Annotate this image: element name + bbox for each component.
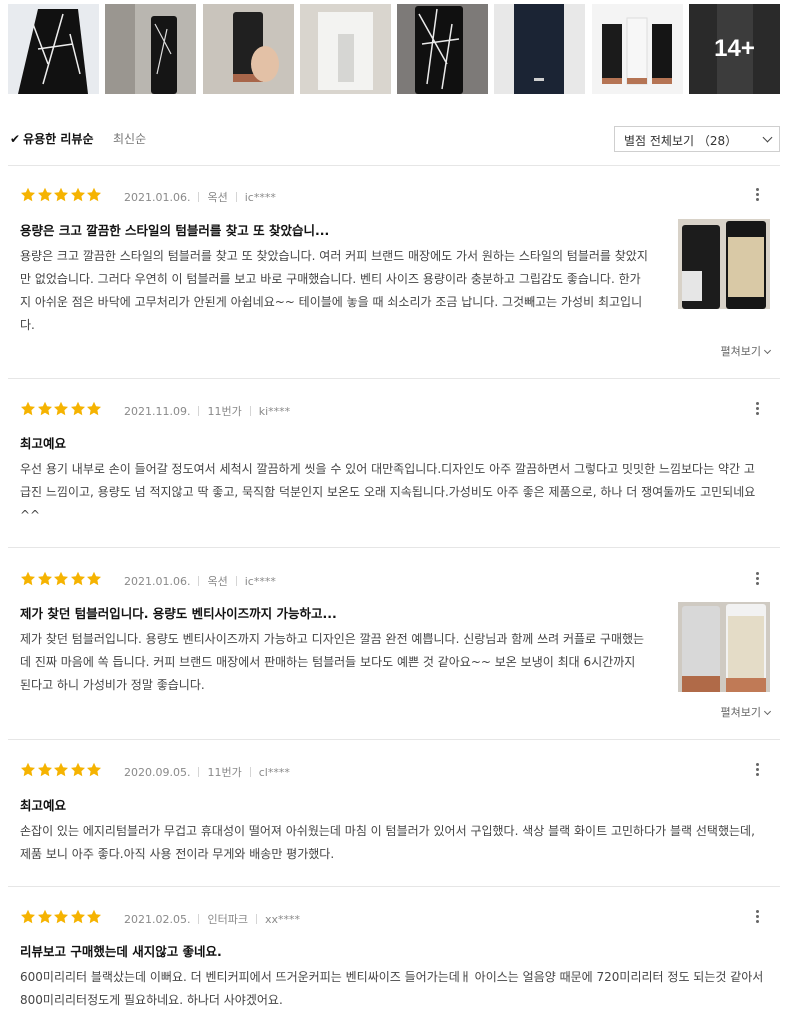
thumb-navy-tumbler[interactable] (494, 4, 585, 94)
star-icon (21, 909, 35, 924)
more-options-icon[interactable] (749, 186, 765, 204)
review-body: 우선 용기 내부로 손이 들어갈 정도여서 세척시 깔끔하게 씻을 수 있어 대… (20, 462, 756, 522)
divider (8, 739, 780, 740)
review-user: xx**** (264, 913, 300, 926)
review-user: cl**** (258, 766, 290, 779)
review-title: 제가 찾던 텀블러입니다. 용량도 벤티사이즈까지 가능하고... (20, 606, 337, 621)
more-photos-button[interactable]: 14+ (689, 4, 780, 94)
review-date: 2021.01.06. (124, 575, 191, 588)
review-date: 2021.02.05. (124, 913, 191, 926)
star-icon (54, 571, 68, 586)
review-meta: 2021.01.06. 옥션 ic**** (124, 189, 276, 205)
review-user: ki**** (258, 405, 291, 418)
star-icon (87, 762, 101, 777)
star-icon (87, 571, 101, 586)
more-options-icon[interactable] (749, 761, 765, 779)
sort-helpful-tab[interactable]: ✔ 유용한 리뷰순 (10, 130, 93, 147)
review-body: 용량은 크고 깔끔한 스타일의 텀블러를 찾고 또 찾았습니다. 여러 커피 브… (20, 249, 648, 332)
expand-button[interactable]: 펼쳐보기 (721, 704, 772, 720)
review-date: 2021.11.09. (124, 405, 191, 418)
thumb-tumbler-box[interactable] (300, 4, 391, 94)
thumb-marble-tumbler-hand[interactable] (397, 4, 488, 94)
review-mall: 11번가 (207, 766, 242, 779)
review-meta: 2020.09.05. 11번가 cl**** (124, 764, 290, 780)
expand-button[interactable]: 펼쳐보기 (721, 343, 772, 359)
star-icon (21, 571, 35, 586)
review-mall: 옥션 (207, 191, 228, 204)
review-meta: 2021.11.09. 11번가 ki**** (124, 403, 290, 419)
review-body: 손잡이 있는 에지리텀블러가 무겁고 휴대성이 떨어져 아쉬웠는데 마침 이 텀… (20, 824, 755, 861)
review-photo[interactable] (678, 602, 770, 692)
thumb-tumbler-kitchen[interactable] (105, 4, 196, 94)
star-rating (20, 571, 103, 587)
star-icon (54, 762, 68, 777)
review-item: 2021.11.09. 11번가 ki**** 최고예요 우선 용기 내부로 손이 … (8, 400, 780, 540)
rating-filter-select[interactable]: 별점 전체보기 （28） (614, 126, 780, 152)
review-item: 2021.01.06. 옥션 ic**** 용량은 크고 깔끔한 스타일의 텀블러를… (8, 186, 780, 366)
more-options-icon[interactable] (749, 908, 765, 926)
review-title: 최고예요 (20, 436, 67, 451)
review-title: 리뷰보고 구매했는데 새지않고 좋네요. (20, 944, 222, 959)
divider (8, 378, 780, 379)
check-icon: ✔ (10, 132, 21, 146)
star-icon (37, 401, 52, 416)
star-icon (54, 909, 68, 924)
review-title: 용량은 크고 깔끔한 스타일의 텀블러를 찾고 또 찾았습니... (20, 223, 330, 238)
thumb-black-tumbler-hand[interactable] (203, 4, 294, 94)
review-body: 600미리리터 블랙샀는데 이뻐요. 더 벤티커피에서 뜨거운커피는 벤티싸이즈… (20, 970, 764, 1007)
review-body: 제가 찾던 텀블러입니다. 용량도 벤티사이즈까지 가능하고 디자인은 깔끔 완… (20, 632, 645, 692)
star-icon (21, 762, 35, 777)
star-icon (70, 401, 85, 416)
review-date: 2021.01.06. (124, 191, 191, 204)
sort-latest-tab[interactable]: 최신순 (113, 130, 146, 147)
star-rating (20, 401, 103, 417)
chevron-down-icon (762, 132, 773, 143)
review-date: 2020.09.05. (124, 766, 191, 779)
star-icon (37, 762, 52, 777)
review-photo-strip: 14+ (8, 4, 788, 94)
divider (8, 165, 780, 166)
review-item: 2021.01.06. 옥션 ic**** 제가 찾던 텀블러입니다. 용량도 벤티… (8, 570, 780, 730)
review-mall: 인터파크 (207, 913, 248, 926)
review-meta: 2021.02.05. 인터파크 xx**** (124, 911, 300, 927)
review-photo[interactable] (678, 219, 770, 309)
more-options-icon[interactable] (749, 570, 765, 588)
star-rating (20, 762, 103, 778)
star-rating (20, 187, 103, 203)
star-icon (87, 187, 101, 202)
star-icon (54, 187, 68, 202)
review-item: 2021.02.05. 인터파크 xx**** 리뷰보고 구매했는데 새지않고 좋네… (8, 908, 780, 1026)
star-icon (37, 187, 52, 202)
review-item: 2020.09.05. 11번가 cl**** 최고예요 손잡이 있는 에지리텀블러… (8, 761, 780, 881)
review-user: ic**** (244, 575, 276, 588)
star-icon (87, 401, 101, 416)
star-icon (37, 909, 52, 924)
divider (8, 547, 780, 548)
review-title: 최고예요 (20, 798, 67, 813)
star-icon (70, 762, 85, 777)
star-icon (70, 909, 85, 924)
review-meta: 2021.01.06. 옥션 ic**** (124, 573, 276, 589)
star-icon (37, 571, 52, 586)
divider (8, 886, 780, 887)
star-icon (70, 187, 85, 202)
star-icon (54, 401, 68, 416)
review-sort-bar: ✔ 유용한 리뷰순 최신순 별점 전체보기 （28） (8, 124, 780, 156)
chevron-down-icon (763, 707, 772, 716)
review-mall: 옥션 (207, 575, 228, 588)
star-icon (87, 909, 101, 924)
star-icon (21, 401, 35, 416)
more-options-icon[interactable] (749, 400, 765, 418)
star-rating (20, 909, 103, 925)
review-mall: 11번가 (207, 405, 242, 418)
thumb-marble-tumbler[interactable] (8, 4, 99, 94)
review-user: ic**** (244, 191, 276, 204)
star-icon (70, 571, 85, 586)
thumb-three-tumblers[interactable] (592, 4, 683, 94)
star-icon (21, 187, 35, 202)
more-photos-count: 14+ (714, 35, 755, 62)
chevron-down-icon (763, 346, 772, 355)
